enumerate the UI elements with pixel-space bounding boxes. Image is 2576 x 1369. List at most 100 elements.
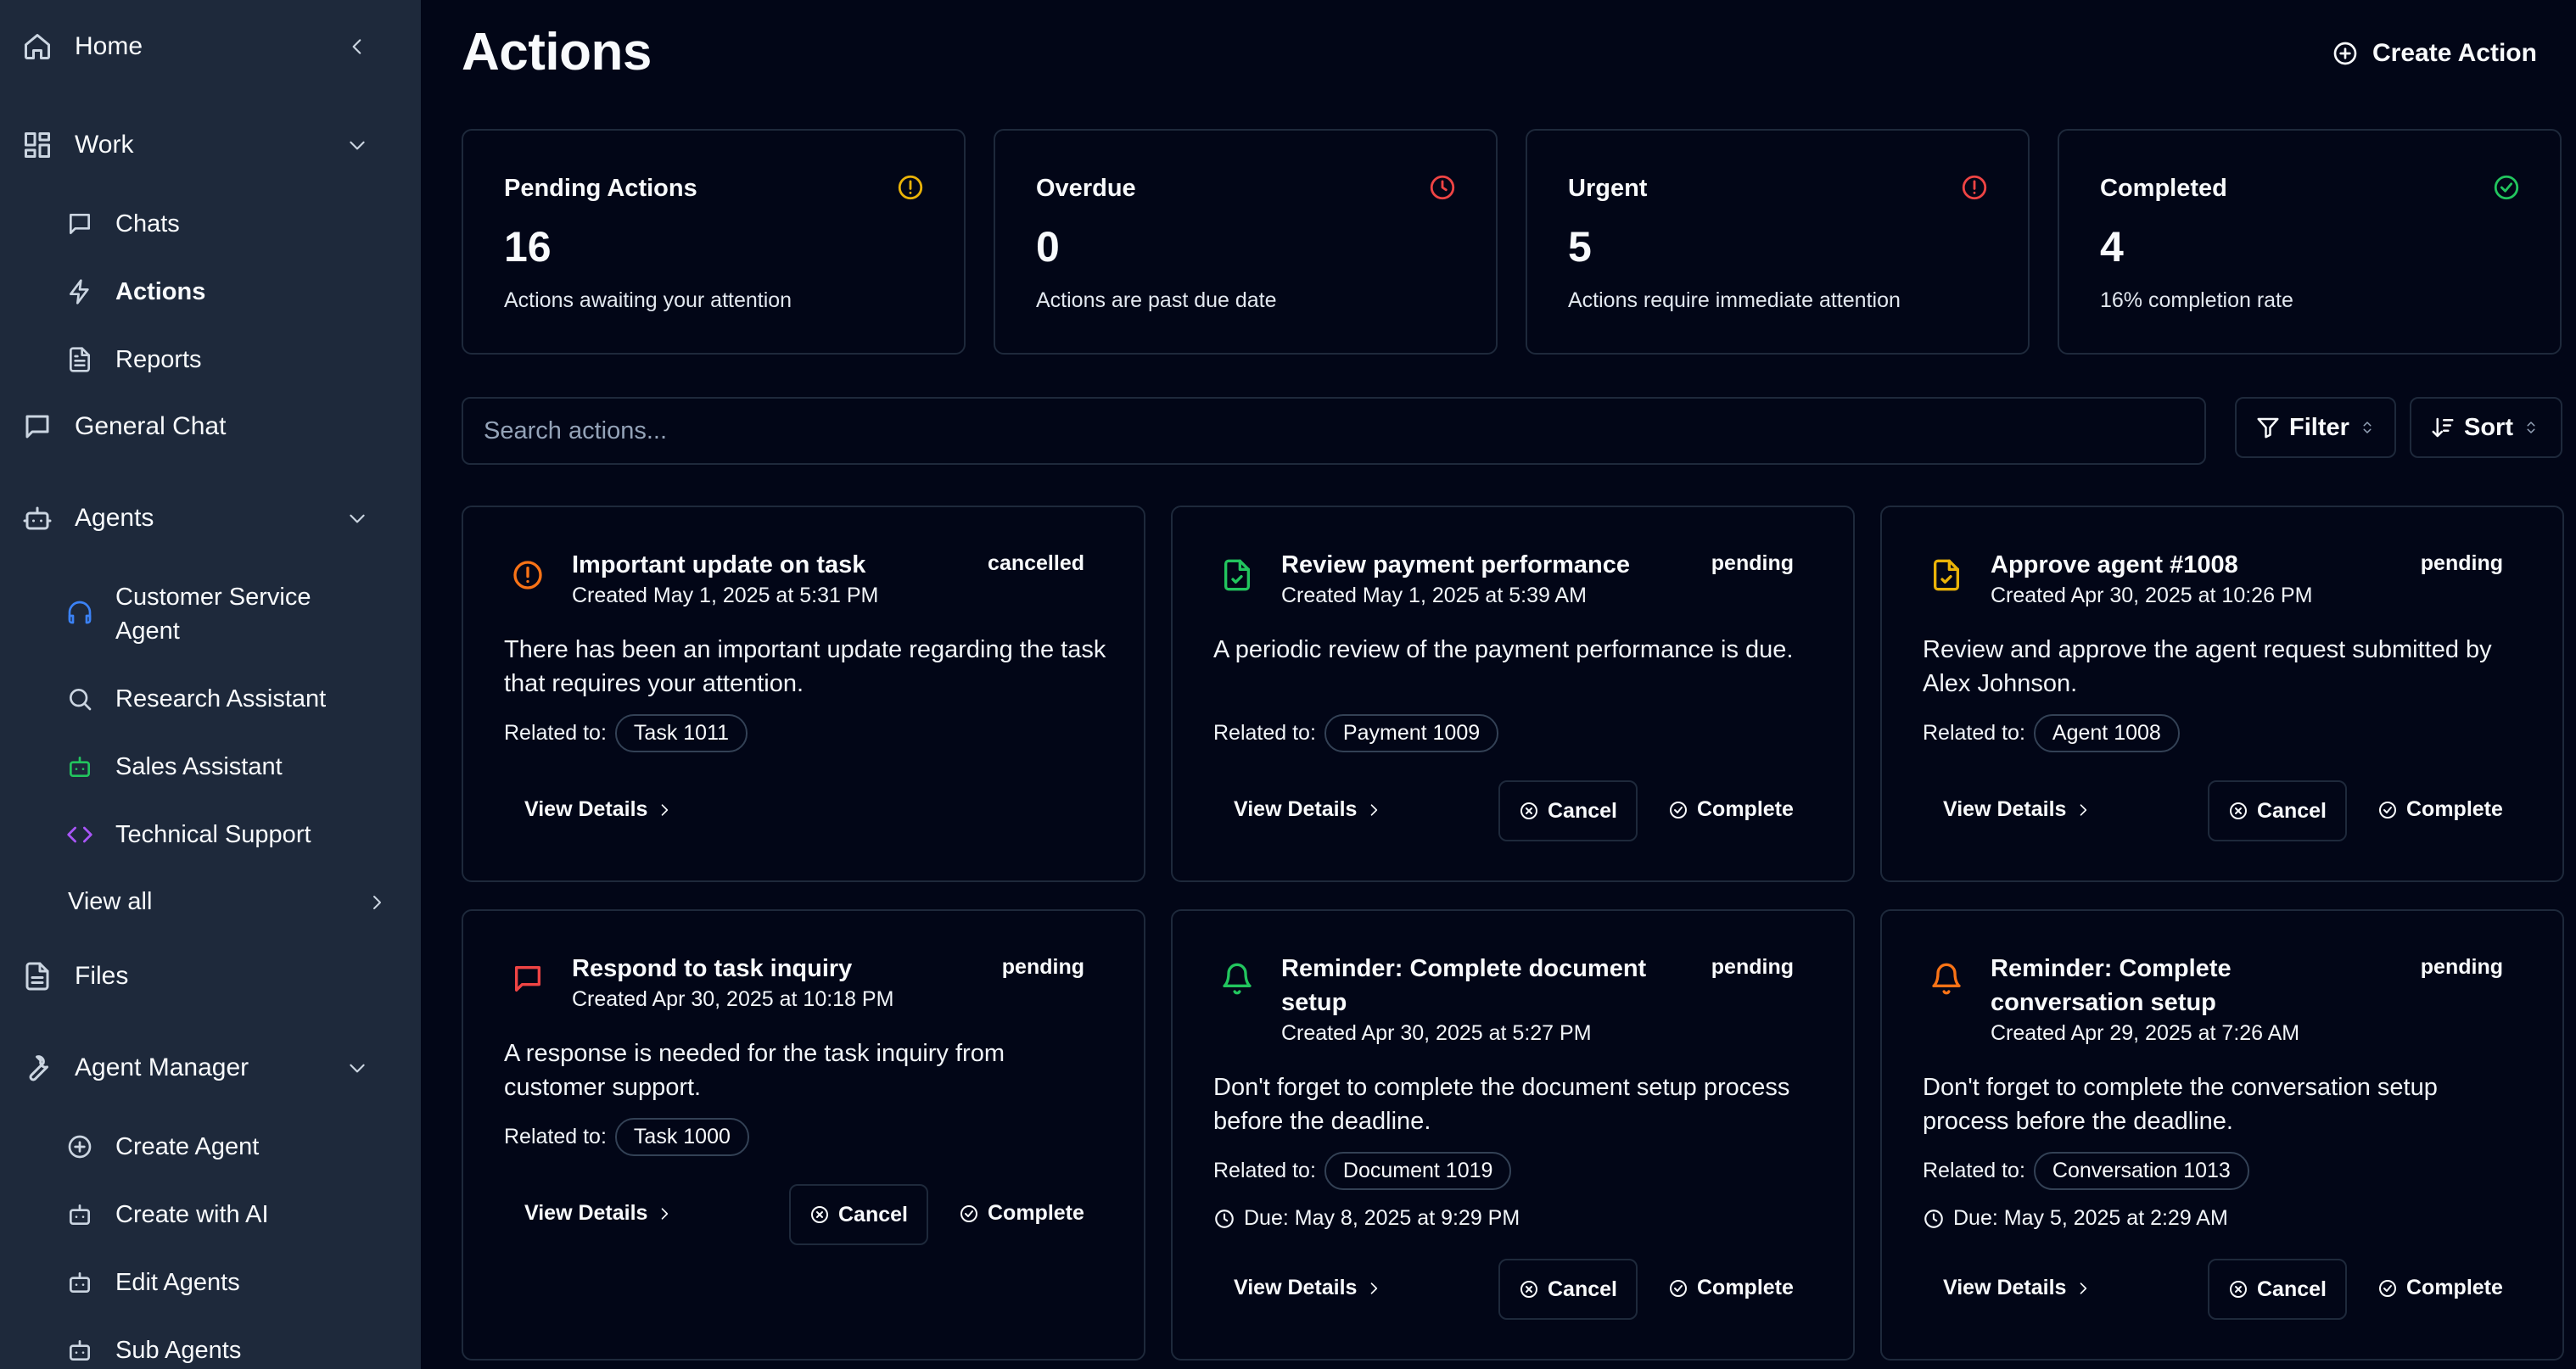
chevron-right-icon[interactable]: [367, 892, 387, 913]
sidebar-item-actions[interactable]: Actions: [0, 275, 421, 309]
view-details-label: View Details: [524, 1201, 648, 1225]
zap-icon: [70, 279, 89, 305]
chevron-right-icon: [1371, 803, 1378, 816]
view-details-label: View Details: [1234, 797, 1358, 821]
sidebar-item-label: Work: [75, 131, 134, 159]
bot-icon: [70, 1272, 90, 1293]
status-badge: pending: [1711, 551, 1794, 575]
cancel-button[interactable]: Cancel: [2208, 1259, 2347, 1320]
action-title: Reminder: Complete document setup: [1281, 955, 1647, 1016]
status-badge: pending: [2420, 551, 2503, 575]
chevron-left-icon[interactable]: [346, 36, 368, 58]
related-row: Related to: Task 1000: [504, 1118, 749, 1156]
sidebar-item-research-assistant[interactable]: Research Assistant: [0, 682, 421, 716]
cancel-button[interactable]: Cancel: [1498, 1259, 1638, 1320]
cancel-button[interactable]: Cancel: [1498, 780, 1638, 841]
x-circle-icon: [2230, 802, 2247, 819]
sidebar-item-agent-manager[interactable]: Agent Manager: [0, 1048, 421, 1087]
action-card: Important update on task cancelled Creat…: [462, 506, 1145, 882]
chevron-down-icon[interactable]: [346, 1057, 368, 1079]
create-action-button[interactable]: Create Action: [2332, 32, 2537, 75]
sidebar-item-create-with-ai[interactable]: Create with AI: [0, 1198, 421, 1232]
related-pill[interactable]: Task 1011: [614, 714, 748, 752]
complete-button[interactable]: Complete: [1668, 797, 1794, 822]
sidebar-item-chats[interactable]: Chats: [0, 207, 421, 241]
action-description: A periodic review of the payment perform…: [1213, 636, 1794, 663]
action-description: Don't forget to complete the document se…: [1213, 1074, 1790, 1135]
view-details-button[interactable]: View Details: [1943, 1276, 2092, 1300]
related-row: Related to: Task 1011: [504, 714, 748, 752]
related-pill[interactable]: Document 1019: [1324, 1152, 1512, 1190]
x-circle-icon: [1520, 1281, 1537, 1298]
view-details-label: View Details: [1234, 1276, 1358, 1299]
view-details-button[interactable]: View Details: [524, 1201, 673, 1226]
view-details-button[interactable]: View Details: [1234, 1276, 1382, 1300]
sort-button[interactable]: Sort: [2410, 397, 2562, 458]
action-card: Reminder: Complete conversation setup pe…: [1880, 909, 2564, 1361]
stat-value: 5: [1568, 223, 1592, 271]
related-pill[interactable]: Payment 1009: [1324, 714, 1499, 752]
related-label: Related to:: [504, 721, 607, 745]
sidebar-item-technical-support[interactable]: Technical Support: [0, 818, 421, 852]
file-check-icon: [1934, 559, 1959, 591]
sidebar-item-files[interactable]: Files: [0, 957, 421, 996]
sidebar-item-sales-assistant[interactable]: Sales Assistant: [0, 750, 421, 784]
action-created: Created May 1, 2025 at 5:31 PM: [572, 584, 879, 607]
sidebar-item-create-agent[interactable]: Create Agent: [0, 1130, 421, 1164]
view-details-label: View Details: [1943, 1276, 2067, 1299]
sidebar-item-label: Create with AI: [115, 1201, 269, 1228]
cancel-button[interactable]: Cancel: [789, 1184, 928, 1245]
filter-button[interactable]: Filter: [2235, 397, 2396, 458]
chevron-down-icon[interactable]: [346, 507, 368, 529]
sidebar-item-customer-service-agent[interactable]: Customer Service Agent: [0, 580, 421, 648]
search-input[interactable]: [462, 397, 2206, 465]
sidebar-item-label: Agent Manager: [75, 1053, 249, 1081]
sidebar-item-label: Customer Service Agent: [115, 584, 311, 645]
chevron-right-icon: [2080, 1282, 2087, 1294]
complete-button[interactable]: Complete: [2377, 797, 2503, 822]
action-card: Approve agent #1008 pending Created Apr …: [1880, 506, 2564, 882]
stat-value: 4: [2100, 223, 2124, 271]
action-title: Approve agent #1008: [1991, 551, 2238, 578]
cancel-label: Cancel: [2257, 1277, 2327, 1301]
view-details-label: View Details: [1943, 797, 2067, 821]
stat-desc: 16% completion rate: [2100, 288, 2293, 312]
sidebar-item-general-chat[interactable]: General Chat: [0, 407, 421, 446]
sidebar-item-label: General Chat: [75, 412, 227, 440]
sidebar-item-label: Files: [75, 962, 129, 990]
action-description: Don't forget to complete the conversatio…: [1923, 1074, 2438, 1135]
action-title: Review payment performance: [1281, 551, 1630, 578]
view-details-button[interactable]: View Details: [1234, 797, 1382, 822]
sidebar-item-reports[interactable]: Reports: [0, 343, 421, 377]
related-label: Related to:: [1213, 1159, 1316, 1182]
view-all-link[interactable]: View all: [68, 888, 152, 916]
view-details-button[interactable]: View Details: [524, 797, 673, 822]
sidebar-item-home[interactable]: Home: [0, 27, 421, 66]
alert-circle-icon: [1962, 175, 1987, 200]
code-icon: [67, 826, 92, 843]
sidebar-item-label: Technical Support: [115, 821, 311, 848]
stat-title: Urgent: [1568, 175, 1648, 202]
sidebar-item-work[interactable]: Work: [0, 126, 421, 165]
bell-icon: [1932, 963, 1961, 995]
sidebar-item-sub-agents[interactable]: Sub Agents: [0, 1333, 421, 1367]
chevron-down-icon[interactable]: [346, 134, 368, 156]
related-pill[interactable]: Conversation 1013: [2033, 1152, 2249, 1190]
related-row: Related to: Agent 1008: [1923, 714, 2180, 752]
sort-icon: [2432, 417, 2454, 438]
complete-button[interactable]: Complete: [1668, 1276, 1794, 1300]
related-pill[interactable]: Task 1000: [614, 1118, 749, 1156]
complete-button[interactable]: Complete: [959, 1201, 1084, 1226]
stat-title: Overdue: [1036, 175, 1136, 202]
clock-icon: [1215, 1209, 1234, 1228]
view-details-button[interactable]: View Details: [1943, 797, 2092, 822]
complete-button[interactable]: Complete: [2377, 1276, 2503, 1300]
sidebar-item-edit-agents[interactable]: Edit Agents: [0, 1266, 421, 1299]
message-icon: [25, 415, 49, 439]
stat-card-overdue: Overdue 0 Actions are past due date: [994, 129, 1498, 355]
related-pill[interactable]: Agent 1008: [2033, 714, 2180, 752]
cancel-button[interactable]: Cancel: [2208, 780, 2347, 841]
sidebar: Home Work Chats Actions Reports General …: [0, 0, 421, 1369]
sidebar-item-agents[interactable]: Agents: [0, 499, 421, 538]
headphones-icon: [68, 601, 92, 624]
